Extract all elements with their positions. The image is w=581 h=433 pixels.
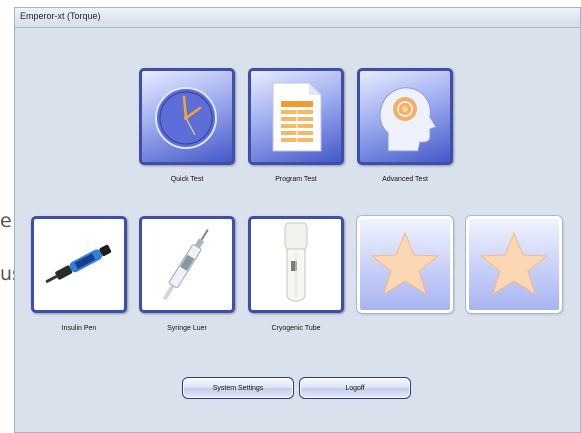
advanced-test-button[interactable] — [357, 68, 453, 165]
program-test-label: Program Test — [275, 176, 317, 183]
insulin-pen-icon — [45, 244, 112, 284]
quick-test-button[interactable] — [139, 68, 235, 165]
quick-test-label: Quick Test — [170, 176, 204, 183]
background-text-fragment: e — [0, 210, 12, 232]
clock-icon — [155, 87, 217, 149]
head-profile-icon — [379, 87, 437, 152]
favorite-slot-button[interactable] — [466, 216, 562, 313]
app-window: Emperor-xt (Torque) Quick Test Program T… — [14, 7, 581, 433]
program-test-button[interactable] — [248, 68, 344, 165]
star-icon — [479, 231, 549, 296]
insulin-pen-button[interactable] — [31, 216, 127, 313]
cryogenic-tube-label: Cryogenic Tube — [271, 325, 321, 332]
window-title: Emperor-xt (Torque) — [20, 11, 101, 21]
document-icon — [272, 82, 322, 152]
cryogenic-tube-icon — [284, 222, 308, 302]
insulin-pen-label: Insulin Pen — [61, 325, 97, 332]
star-icon — [370, 231, 440, 296]
system-settings-label: System Settings — [212, 385, 264, 392]
system-settings-button[interactable]: System Settings — [182, 377, 294, 399]
logoff-label: Logoff — [345, 385, 365, 392]
syringe-icon — [162, 229, 209, 301]
advanced-test-label: Advanced Test — [382, 176, 428, 183]
syringe-luer-label: Syringe Luer — [167, 325, 207, 332]
syringe-luer-button[interactable] — [139, 216, 235, 313]
favorite-slot-button[interactable] — [357, 216, 453, 313]
cryogenic-tube-button[interactable] — [248, 216, 344, 313]
title-bar[interactable]: Emperor-xt (Torque) — [15, 8, 580, 28]
logoff-button[interactable]: Logoff — [299, 377, 411, 399]
